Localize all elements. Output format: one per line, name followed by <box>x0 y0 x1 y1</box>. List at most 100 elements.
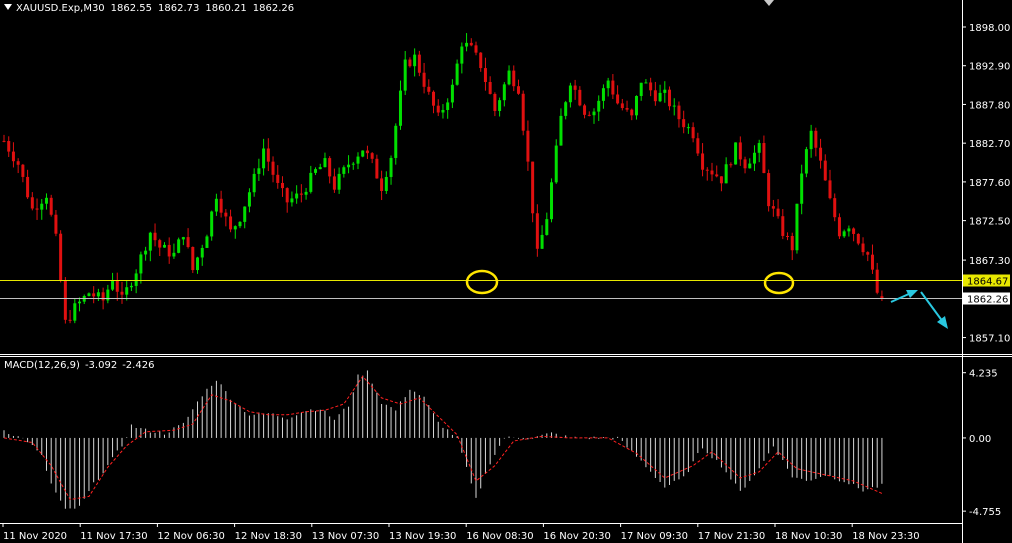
candle[interactable] <box>738 136 742 166</box>
candle[interactable] <box>545 212 549 236</box>
candle[interactable] <box>432 90 436 114</box>
candle[interactable] <box>276 165 280 189</box>
candle[interactable] <box>30 192 34 211</box>
candle[interactable] <box>616 85 620 105</box>
candle[interactable] <box>611 74 615 100</box>
candle[interactable] <box>342 165 346 178</box>
candle[interactable] <box>682 110 686 134</box>
candle[interactable] <box>153 223 157 247</box>
candle[interactable] <box>323 152 327 168</box>
candle[interactable] <box>78 297 82 312</box>
candle[interactable] <box>243 206 247 229</box>
candle[interactable] <box>337 167 341 194</box>
candle[interactable] <box>573 79 577 100</box>
candle[interactable] <box>125 280 129 301</box>
candle[interactable] <box>819 138 823 169</box>
candle[interactable] <box>68 309 72 324</box>
candle[interactable] <box>247 188 251 213</box>
candle[interactable] <box>408 57 412 68</box>
candle[interactable] <box>403 51 407 96</box>
candle[interactable] <box>696 132 700 156</box>
candle[interactable] <box>847 225 851 237</box>
candle[interactable] <box>644 79 648 84</box>
candle[interactable] <box>578 86 582 107</box>
candle[interactable] <box>668 86 672 111</box>
candle[interactable] <box>63 277 67 324</box>
candle[interactable] <box>550 178 554 223</box>
candle[interactable] <box>804 146 808 178</box>
candle[interactable] <box>837 213 841 239</box>
annotation-circle-2[interactable] <box>763 271 795 295</box>
candle[interactable] <box>181 236 185 246</box>
candle[interactable] <box>441 104 445 119</box>
candle[interactable] <box>856 233 860 246</box>
candle[interactable] <box>252 168 256 197</box>
candle[interactable] <box>162 242 166 248</box>
candle[interactable] <box>686 123 690 134</box>
candle[interactable] <box>776 199 780 219</box>
candle[interactable] <box>455 59 459 86</box>
candle[interactable] <box>828 169 832 200</box>
candle[interactable] <box>767 169 771 212</box>
candle[interactable] <box>498 97 502 117</box>
candle[interactable] <box>734 142 738 165</box>
candle[interactable] <box>540 225 544 249</box>
chevron-down-icon[interactable] <box>4 4 12 10</box>
candle[interactable] <box>129 282 133 292</box>
candle[interactable] <box>309 165 313 194</box>
candle[interactable] <box>356 152 360 170</box>
candle[interactable] <box>507 65 511 86</box>
candle[interactable] <box>748 158 752 169</box>
candle[interactable] <box>365 145 369 160</box>
candle[interactable] <box>479 52 483 72</box>
scroll-marker-icon[interactable] <box>764 0 774 6</box>
candle[interactable] <box>521 90 525 136</box>
candle[interactable] <box>762 135 766 174</box>
candle[interactable] <box>620 98 624 111</box>
candle[interactable] <box>649 77 653 97</box>
candle[interactable] <box>771 199 775 217</box>
candle[interactable] <box>262 138 266 176</box>
candle[interactable] <box>120 281 124 304</box>
forecast-arrow-down[interactable] <box>920 291 948 329</box>
candle[interactable] <box>238 221 242 229</box>
candle[interactable] <box>630 108 634 121</box>
candle[interactable] <box>691 122 695 143</box>
candle[interactable] <box>743 156 747 174</box>
chart-canvas[interactable]: 1864.67 1862.26 1898.00 1892.90 1887.80 1882… <box>0 0 1012 543</box>
candle[interactable] <box>413 48 417 77</box>
candle[interactable] <box>139 251 143 284</box>
candle[interactable] <box>842 229 846 238</box>
candle[interactable] <box>35 198 39 220</box>
candle[interactable] <box>191 246 195 274</box>
candle[interactable] <box>752 145 756 171</box>
candle[interactable] <box>705 167 709 181</box>
candle[interactable] <box>233 225 237 239</box>
candle[interactable] <box>663 81 667 103</box>
candle[interactable] <box>724 157 728 184</box>
candle[interactable] <box>493 92 497 117</box>
candle[interactable] <box>257 158 261 181</box>
candle[interactable] <box>389 155 393 185</box>
candle[interactable] <box>210 210 214 241</box>
candle[interactable] <box>814 127 818 157</box>
candle[interactable] <box>271 156 275 183</box>
candle[interactable] <box>134 269 138 294</box>
candle[interactable] <box>672 98 676 116</box>
candle[interactable] <box>59 230 63 283</box>
candle[interactable] <box>158 238 162 257</box>
candle[interactable] <box>380 170 384 201</box>
candle[interactable] <box>82 294 86 305</box>
candle[interactable] <box>332 168 336 193</box>
candle[interactable] <box>40 198 44 220</box>
candle[interactable] <box>196 256 200 274</box>
candle[interactable] <box>583 103 587 119</box>
candle[interactable] <box>7 136 11 157</box>
candle[interactable] <box>592 108 596 124</box>
candle[interactable] <box>710 162 714 182</box>
candle[interactable] <box>328 156 332 184</box>
candle[interactable] <box>729 162 733 168</box>
candle[interactable] <box>601 84 605 109</box>
candle[interactable] <box>16 158 20 174</box>
forecast-arrow-up[interactable] <box>890 290 918 303</box>
